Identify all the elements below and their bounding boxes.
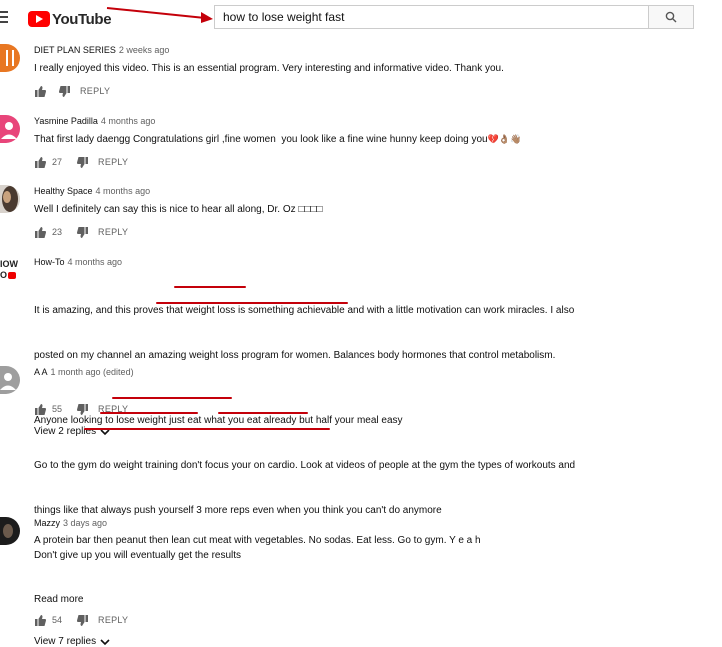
avatar[interactable]: IOW O — [0, 259, 20, 281]
red-underline-annotation — [174, 286, 246, 288]
comment-text: I really enjoyed this video. This is an … — [34, 63, 504, 74]
utensils-icon — [6, 50, 14, 66]
avatar[interactable] — [0, 366, 20, 394]
thumbs-up-icon — [34, 156, 46, 168]
thumbs-up-icon — [34, 226, 46, 238]
comment-time[interactable]: 4 months ago — [101, 116, 156, 126]
like-button[interactable] — [34, 85, 46, 97]
reply-button[interactable]: REPLY — [98, 157, 128, 167]
comment-text-line: Anyone looking to lose weight just eat w… — [34, 415, 403, 426]
dislike-button[interactable] — [76, 614, 88, 626]
dislike-button[interactable] — [76, 156, 88, 168]
like-count: 54 — [52, 615, 63, 625]
comment-text: A protein bar then peanut then lean cut … — [34, 535, 481, 546]
thumbs-down-icon — [76, 614, 88, 626]
search-icon — [665, 11, 677, 23]
comment-author[interactable]: A A — [34, 367, 48, 377]
comment-text-line: posted on my channel an amazing weight l… — [34, 350, 556, 361]
reply-button[interactable]: REPLY — [98, 615, 128, 625]
comment-time[interactable]: 3 days ago — [63, 518, 107, 528]
comment-text-line: It is amazing, and this proves that weig… — [34, 305, 575, 316]
comment-author[interactable]: How-To — [34, 257, 65, 267]
red-underline-annotation — [218, 412, 308, 414]
avatar[interactable] — [0, 185, 20, 213]
thumbs-up-icon — [34, 85, 46, 97]
avatar[interactable] — [0, 115, 20, 143]
like-count: 27 — [52, 157, 63, 167]
play-logo-icon — [8, 272, 17, 279]
comment-text: That first lady daengg Congratulations g… — [34, 134, 488, 145]
view-replies-label: View 7 replies — [34, 636, 97, 647]
red-underline-annotation — [84, 428, 330, 430]
red-arrow-annotation — [106, 7, 213, 23]
search-button[interactable] — [648, 5, 694, 29]
reply-button[interactable]: REPLY — [98, 227, 128, 237]
top-bar: YouTube — [0, 0, 722, 40]
comment-text: Well I definitely can say this is nice t… — [34, 204, 323, 215]
comment-time[interactable]: 4 months ago — [96, 186, 151, 196]
comment-author[interactable]: Mazzy — [34, 518, 60, 528]
red-underline-annotation — [100, 412, 198, 414]
menu-icon[interactable] — [0, 11, 8, 25]
comment-time[interactable]: 1 month ago (edited) — [51, 367, 134, 377]
avatar[interactable] — [0, 517, 20, 545]
red-underline-annotation — [156, 302, 348, 304]
red-underline-annotation — [112, 397, 232, 399]
thumbs-down-icon — [58, 85, 70, 97]
comment-text-line: Don't give up you will eventually get th… — [34, 550, 242, 561]
comment-time[interactable]: 4 months ago — [68, 257, 123, 267]
avatar[interactable] — [0, 44, 20, 72]
youtube-logo[interactable]: YouTube — [28, 9, 112, 29]
like-button[interactable] — [34, 156, 46, 168]
comment-text-line: things like that always push yourself 3 … — [34, 505, 442, 516]
dislike-button[interactable] — [58, 85, 70, 97]
search-input[interactable] — [214, 5, 648, 29]
logo-text: YouTube — [52, 10, 112, 28]
reply-button[interactable]: REPLY — [80, 86, 110, 96]
avatar-text-top: IOW — [0, 259, 18, 269]
comment-author[interactable]: Healthy Space — [34, 186, 93, 196]
comment-emoji: 💔👌🏽👋🏽 — [487, 134, 522, 144]
thumbs-up-icon — [34, 614, 46, 626]
thumbs-down-icon — [76, 226, 88, 238]
dark-photo-icon — [3, 524, 13, 538]
chevron-down-icon — [100, 638, 110, 645]
comment-author[interactable]: DIET PLAN SERIES — [34, 45, 116, 55]
person-icon — [1, 122, 17, 139]
thumbs-down-icon — [76, 156, 88, 168]
play-logo-icon — [28, 11, 50, 27]
view-replies-button[interactable]: View 7 replies — [34, 636, 714, 647]
like-button[interactable] — [34, 226, 46, 238]
comment-text-line: Go to the gym do weight training don't f… — [34, 460, 576, 471]
person-photo-icon — [2, 186, 18, 212]
comment-author[interactable]: Yasmine Padilla — [34, 116, 98, 126]
person-icon — [0, 373, 16, 390]
dislike-button[interactable] — [76, 226, 88, 238]
avatar-text-bottom: O — [0, 270, 8, 280]
read-more-link[interactable]: Read more — [34, 594, 714, 605]
comment-time[interactable]: 2 weeks ago — [119, 45, 170, 55]
like-count: 23 — [52, 227, 63, 237]
like-button[interactable] — [34, 614, 46, 626]
